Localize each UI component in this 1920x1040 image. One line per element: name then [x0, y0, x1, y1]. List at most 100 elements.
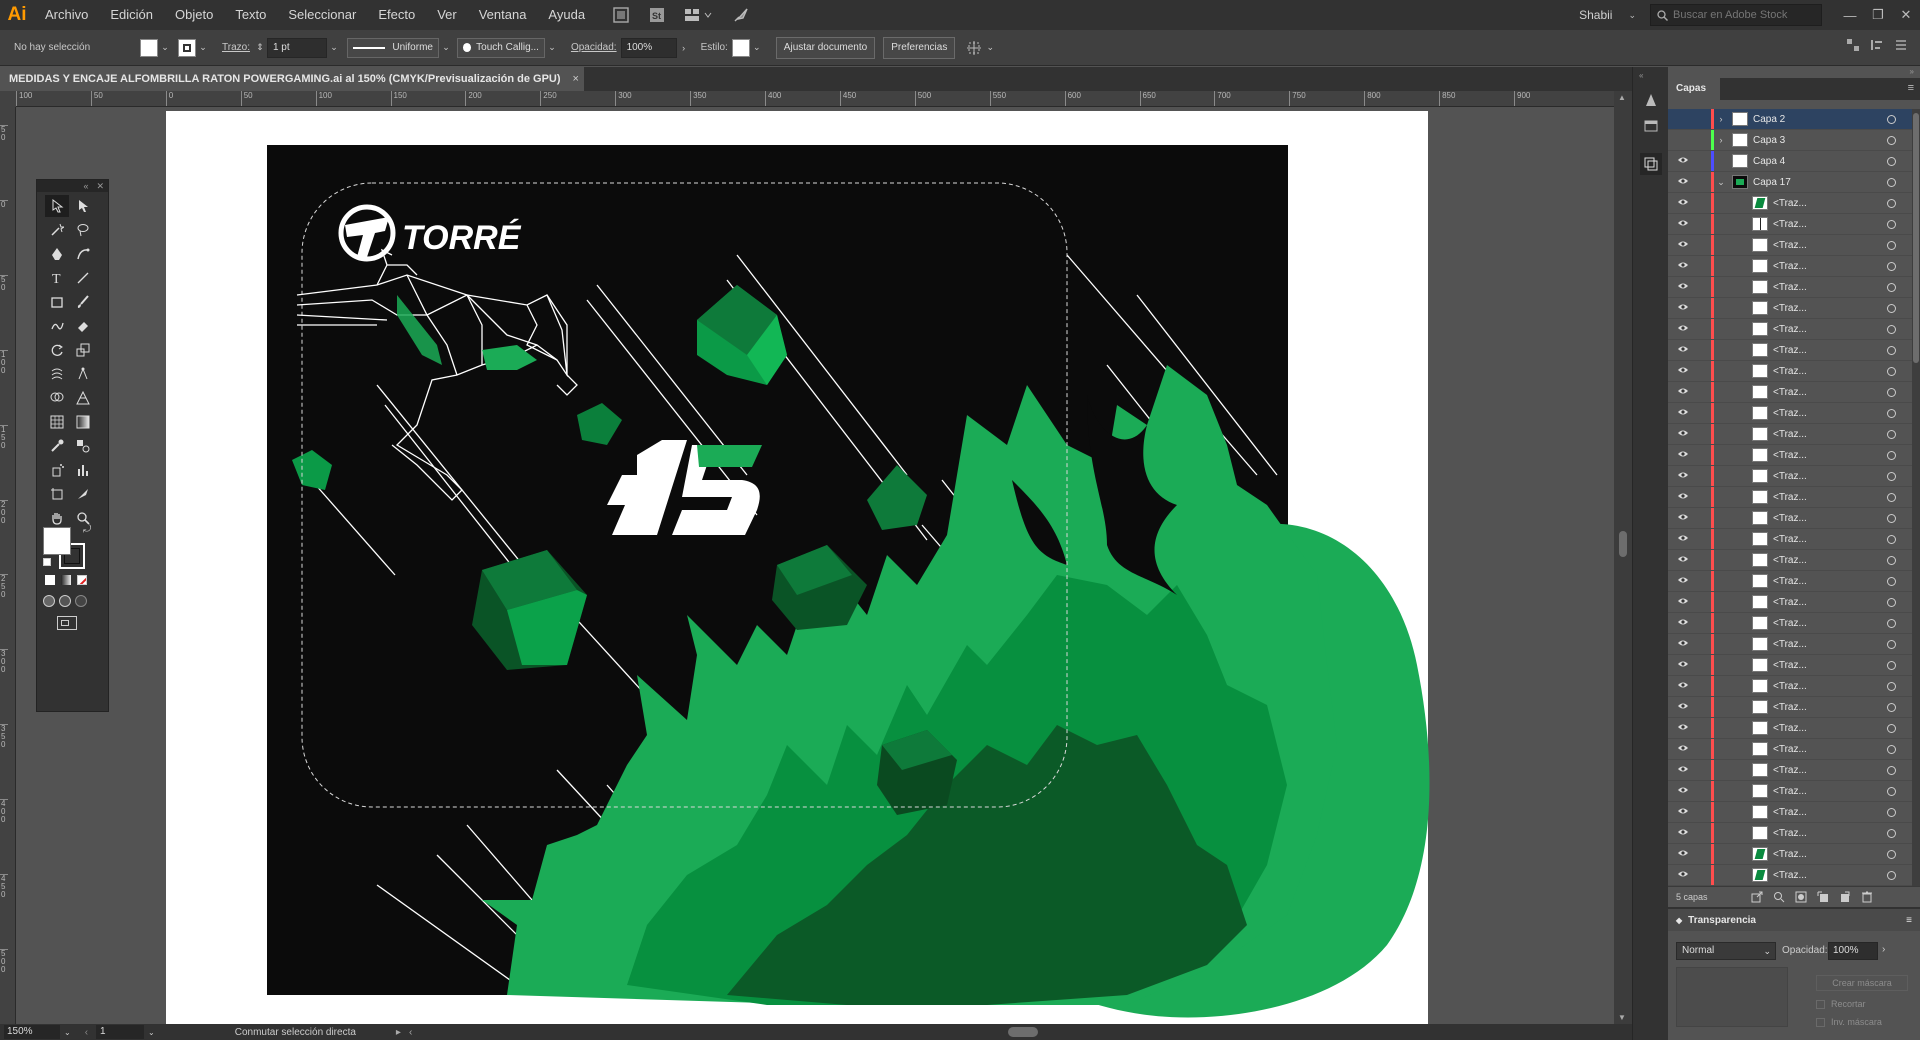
target-circle-icon[interactable]	[1887, 849, 1896, 859]
line-tool-icon[interactable]	[71, 267, 95, 289]
artboard-tool-icon[interactable]	[45, 483, 69, 505]
align-icon[interactable]	[1846, 38, 1860, 52]
gpu-rocket-icon[interactable]	[730, 5, 752, 25]
properties-icon[interactable]	[1640, 115, 1662, 137]
layer-row[interactable]: › Capa 2	[1668, 109, 1912, 130]
layer-name[interactable]: Capa 17	[1753, 177, 1863, 188]
visibility-eye-icon[interactable]	[1674, 471, 1692, 482]
user-menu[interactable]: Shabii	[1579, 8, 1612, 22]
status-menu-arrow[interactable]: ▸	[396, 1027, 401, 1038]
layer-path-row[interactable]: <Traz...	[1668, 781, 1912, 802]
artboard-dropdown[interactable]: ⌄	[148, 1028, 155, 1037]
visibility-eye-icon[interactable]	[1674, 429, 1692, 440]
paintbrush-tool-icon[interactable]	[71, 291, 95, 313]
perspective-grid-tool-icon[interactable]	[71, 387, 95, 409]
target-circle-icon[interactable]	[1887, 177, 1896, 187]
transparency-header[interactable]: ◆ Transparencia ≡	[1668, 909, 1920, 931]
shaper-tool-icon[interactable]	[45, 315, 69, 337]
stroke-weight-dropdown[interactable]: ⌄	[327, 38, 341, 58]
layer-name[interactable]: Capa 2	[1753, 114, 1863, 125]
opacity-arrow[interactable]: ›	[677, 38, 691, 58]
layer-path-row[interactable]: <Traz...	[1668, 613, 1912, 634]
hscroll-left-icon[interactable]: ‹	[409, 1027, 412, 1038]
layer-name[interactable]: <Traz...	[1773, 492, 1883, 503]
export-layer-icon[interactable]	[1746, 889, 1768, 905]
visibility-eye-icon[interactable]	[1674, 555, 1692, 566]
column-graph-tool-icon[interactable]	[71, 459, 95, 481]
target-circle-icon[interactable]	[1887, 828, 1896, 838]
puppet-warp-tool-icon[interactable]	[71, 363, 95, 385]
rectangle-tool-icon[interactable]	[45, 291, 69, 313]
layer-name[interactable]: <Traz...	[1773, 681, 1883, 692]
transform-icon[interactable]	[965, 38, 983, 58]
target-circle-icon[interactable]	[1887, 282, 1896, 292]
type-tool-icon[interactable]: T	[45, 267, 69, 289]
target-circle-icon[interactable]	[1887, 261, 1896, 271]
layer-name[interactable]: <Traz...	[1773, 786, 1883, 797]
layer-name[interactable]: <Traz...	[1773, 744, 1883, 755]
lasso-tool-icon[interactable]	[71, 219, 95, 241]
menu-6[interactable]: Efecto	[367, 0, 426, 30]
slice-tool-icon[interactable]	[71, 483, 95, 505]
layer-path-row[interactable]: <Traz...	[1668, 676, 1912, 697]
menu-7[interactable]: Ver	[426, 0, 468, 30]
layer-name[interactable]: Capa 3	[1753, 135, 1863, 146]
layer-name[interactable]: <Traz...	[1773, 870, 1883, 881]
stroke-weight-field[interactable]: 1 pt	[266, 37, 327, 58]
target-circle-icon[interactable]	[1887, 702, 1896, 712]
visibility-eye-icon[interactable]	[1674, 366, 1692, 377]
zoom-dropdown[interactable]: ⌄	[64, 1028, 71, 1037]
layer-path-row[interactable]: <Traz...	[1668, 319, 1912, 340]
layer-name[interactable]: <Traz...	[1773, 639, 1883, 650]
layer-name[interactable]: <Traz...	[1773, 345, 1883, 356]
target-circle-icon[interactable]	[1887, 765, 1896, 775]
layer-path-row[interactable]: <Traz...	[1668, 865, 1912, 886]
style-swatch[interactable]	[731, 38, 750, 57]
minimize-button[interactable]: —	[1836, 0, 1864, 30]
invert-mask-checkbox[interactable]: Inv. máscara	[1816, 1017, 1882, 1027]
visibility-eye-icon[interactable]	[1674, 219, 1692, 230]
visibility-eye-icon[interactable]	[1674, 492, 1692, 503]
visibility-eye-icon[interactable]	[1674, 744, 1692, 755]
layer-path-row[interactable]: <Traz...	[1668, 214, 1912, 235]
new-layer-icon[interactable]	[1834, 889, 1856, 905]
visibility-eye-icon[interactable]	[1674, 828, 1692, 839]
layer-name[interactable]: <Traz...	[1773, 387, 1883, 398]
expand-chevron-icon[interactable]: ›	[1714, 114, 1728, 124]
menu-9[interactable]: Ayuda	[537, 0, 596, 30]
default-colors-icon[interactable]	[43, 558, 51, 566]
target-circle-icon[interactable]	[1887, 429, 1896, 439]
target-circle-icon[interactable]	[1887, 156, 1896, 166]
visibility-eye-icon[interactable]	[1674, 618, 1692, 629]
fill-color-box[interactable]	[43, 527, 71, 555]
stroke-profile-field[interactable]: Uniforme	[346, 37, 439, 58]
target-circle-icon[interactable]	[1887, 807, 1896, 817]
preferences-button[interactable]: Preferencias	[883, 36, 956, 59]
target-circle-icon[interactable]	[1887, 303, 1896, 313]
visibility-eye-icon[interactable]	[1674, 723, 1692, 734]
target-circle-icon[interactable]	[1887, 576, 1896, 586]
visibility-eye-icon[interactable]	[1674, 240, 1692, 251]
layer-row[interactable]: › Capa 3	[1668, 130, 1912, 151]
visibility-eye-icon[interactable]	[1674, 408, 1692, 419]
layers-scroll-thumb[interactable]	[1913, 113, 1919, 363]
libraries-icon[interactable]	[1640, 89, 1662, 111]
target-circle-icon[interactable]	[1887, 450, 1896, 460]
close-panel-icon[interactable]: ✕	[96, 181, 104, 192]
visibility-eye-icon[interactable]	[1674, 597, 1692, 608]
target-circle-icon[interactable]	[1887, 534, 1896, 544]
close-window-button[interactable]: ✕	[1892, 0, 1920, 30]
layer-name[interactable]: <Traz...	[1773, 408, 1883, 419]
none-mode-icon[interactable]	[77, 575, 87, 585]
visibility-eye-icon[interactable]	[1674, 534, 1692, 545]
layer-path-row[interactable]: <Traz...	[1668, 424, 1912, 445]
layer-path-row[interactable]: <Traz...	[1668, 529, 1912, 550]
layer-name[interactable]: <Traz...	[1773, 219, 1883, 230]
warp-tool-icon[interactable]	[45, 363, 69, 385]
vertical-scrollbar[interactable]: ▲ ▼	[1614, 91, 1632, 1024]
style-dropdown[interactable]: ⌄	[750, 38, 764, 58]
blend-tool-icon[interactable]	[71, 435, 95, 457]
new-sublayer-icon[interactable]	[1812, 889, 1834, 905]
target-circle-icon[interactable]	[1887, 471, 1896, 481]
locate-object-icon[interactable]	[1768, 889, 1790, 905]
